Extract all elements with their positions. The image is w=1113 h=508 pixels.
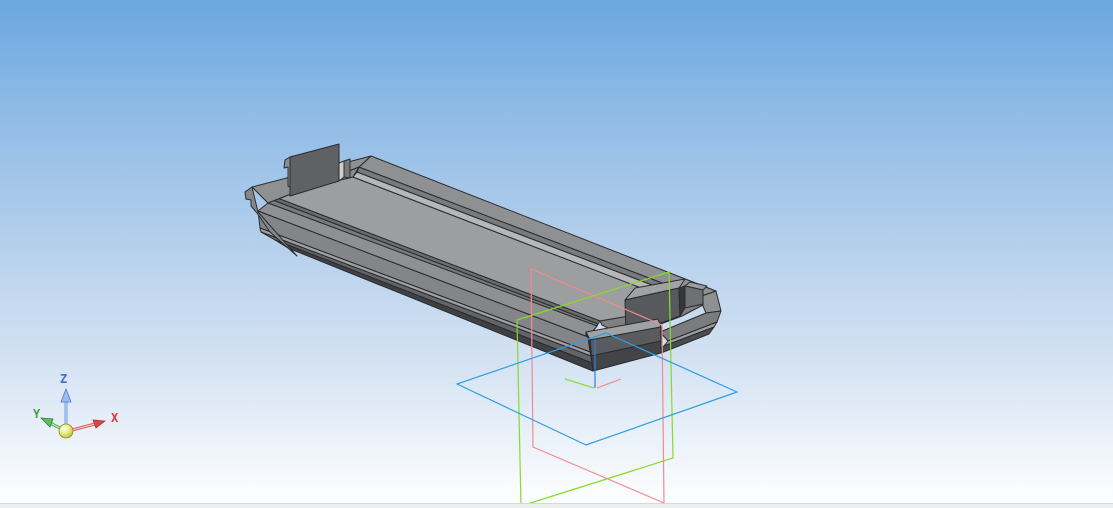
clip-block-side-piece[interactable] [684, 285, 704, 309]
scene-canvas[interactable]: Z Y X [0, 0, 1113, 508]
model-tray-part[interactable] [244, 143, 722, 372]
triad-y-arrowhead-icon [39, 417, 54, 428]
triad-y-label: Y [33, 407, 41, 421]
triad-origin-sphere [58, 423, 74, 439]
tab-post[interactable] [343, 158, 351, 179]
cad-3d-viewport[interactable]: Z Y X [0, 0, 1113, 508]
origin-x-axis[interactable] [596, 378, 622, 389]
triad-x-arrowhead-icon [92, 419, 107, 429]
tab-slot-gap[interactable] [338, 160, 345, 182]
status-bar [0, 503, 1113, 508]
triad-x-label: X [111, 411, 119, 425]
triad-z-arrowhead-icon [60, 387, 72, 403]
triad-z-label: Z [60, 372, 67, 386]
origin-y-axis[interactable] [564, 378, 595, 389]
triad-x-shaft-highlight [71, 423, 96, 431]
orientation-triad: Z Y X [33, 372, 119, 439]
